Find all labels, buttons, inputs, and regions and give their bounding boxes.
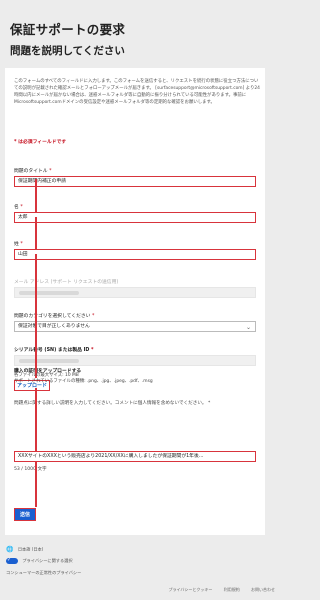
annotation-arrow [35,388,37,451]
globe-icon: 🌐 [6,546,14,553]
description-input[interactable]: XXXサイトのXXXという販売店より2021/XX/XXに購入しましたが保証期間… [14,451,256,462]
intro-text: このフォームのすべてのフィールドに入力します。このフォームを送信すると、リクエス… [14,79,260,105]
redacted-serial [19,359,79,363]
category-label: 問題のカテゴリを選択してください * [14,314,95,319]
privacy-toggle-icon [6,557,18,564]
page-header: 保証サポートの要求 問題を説明してください [0,0,283,66]
annotation-arrow [35,217,37,250]
serial-input[interactable] [14,355,256,366]
consumer-health-link[interactable]: コンシューマーの正常性のプライバシー [6,570,81,576]
submit-button[interactable]: 送信 [14,508,36,521]
page-title: 保証サポートの要求 [10,22,126,37]
title-label: 問題のタイトル * [14,169,52,174]
email-input[interactable] [14,287,256,298]
page-footer: 🌐 日本語 (日本) プライバシーに関する選択 コンシューマーの正常性のプライバ… [0,540,283,600]
first-name-label: 名 * [14,205,23,210]
required-note: * は必須フィールドです [14,140,67,145]
form-card: このフォームのすべてのフィールドに入力します。このフォームを送信すると、リクエス… [5,68,265,535]
annotation-arrow [35,462,37,507]
language-selector[interactable]: 🌐 日本語 (日本) [6,546,43,553]
footer-link-privacy[interactable]: プライバシーとクッキー [169,587,213,592]
privacy-choices-link[interactable]: プライバシーに関する選択 [6,557,73,564]
last-name-input[interactable]: 山田 [14,249,256,260]
category-select[interactable]: 保証対象で目が正しくありません ⌄ [14,321,256,332]
redacted-email [19,291,79,295]
footer-link-terms[interactable]: 利用規約 [224,587,240,592]
email-label: メール アドレス (サポート リクエストの送信用) [14,280,119,285]
annotation-arrow [35,254,37,378]
serial-label: シリアル番号 (SN) または製品 ID * [14,348,94,353]
attachment-file-types: サポートされているファイルの種類: .png、.jpg、.jpeg、.pdf、.… [14,379,153,384]
footer-links: プライバシーとクッキー 利用規約 お問い合わせ [159,587,275,593]
footer-link-contact[interactable]: お問い合わせ [251,587,275,592]
character-counter: 53 / 1000 文字 [14,467,47,472]
title-input[interactable]: 保証期間内補正の申請 [14,176,256,187]
chevron-down-icon: ⌄ [245,324,251,331]
annotation-arrow [35,179,37,213]
first-name-input[interactable]: 太郎 [14,212,256,223]
last-name-label: 姓 * [14,242,23,247]
page-subtitle: 問題を説明してください [10,45,125,57]
description-label: 問題点に関する詳しい説明を入力してください。コメントに個人情報を含めないでくださ… [14,401,211,406]
